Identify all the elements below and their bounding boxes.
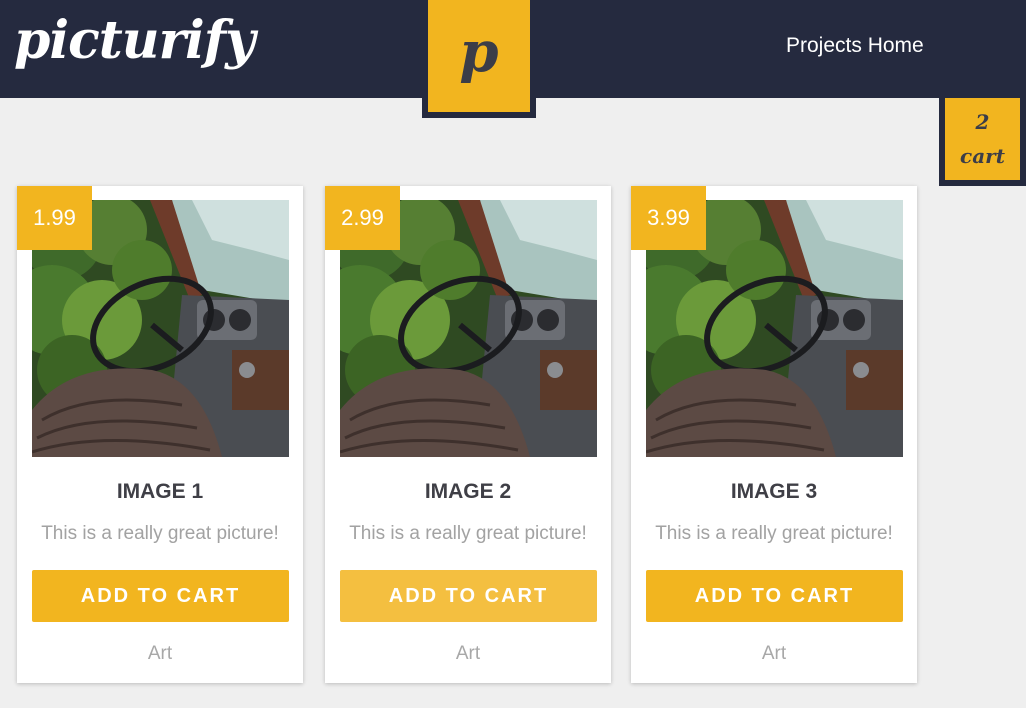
- add-to-cart-button[interactable]: ADD TO CART: [646, 570, 903, 622]
- product-category: Art: [147, 643, 173, 664]
- add-to-cart-button[interactable]: ADD TO CART: [340, 570, 597, 622]
- product-card: 1.99 IMAGE 1 This is a really great pict…: [17, 186, 303, 683]
- logo-badge-letter: p: [459, 19, 499, 85]
- product-title: IMAGE 3: [730, 480, 818, 503]
- product-category: Art: [761, 643, 787, 664]
- cart-count: 2: [975, 110, 990, 134]
- cart-label: cart: [960, 144, 1005, 168]
- price-tag: 1.99: [17, 186, 92, 250]
- product-title: IMAGE 2: [424, 480, 512, 503]
- product-description: This is a really great picture!: [655, 523, 893, 544]
- logo-badge-inner: p: [428, 0, 530, 112]
- add-to-cart-button[interactable]: ADD TO CART: [32, 570, 289, 622]
- site-logo[interactable]: picturify: [14, 10, 255, 71]
- product-title: IMAGE 1: [116, 480, 204, 503]
- product-description: This is a really great picture!: [41, 523, 279, 544]
- product-description: This is a really great picture!: [349, 523, 587, 544]
- logo-badge[interactable]: p: [422, 0, 536, 118]
- projects-home-link[interactable]: Projects Home: [786, 34, 924, 58]
- price-tag: 3.99: [631, 186, 706, 250]
- product-card: 2.99 IMAGE 2 This is a really great pict…: [325, 186, 611, 683]
- cart-badge-inner: 2 cart: [945, 98, 1020, 180]
- cart-button[interactable]: 2 cart: [939, 98, 1026, 186]
- product-card: 3.99 IMAGE 3 This is a really great pict…: [631, 186, 917, 683]
- price-tag: 2.99: [325, 186, 400, 250]
- product-category: Art: [455, 643, 481, 664]
